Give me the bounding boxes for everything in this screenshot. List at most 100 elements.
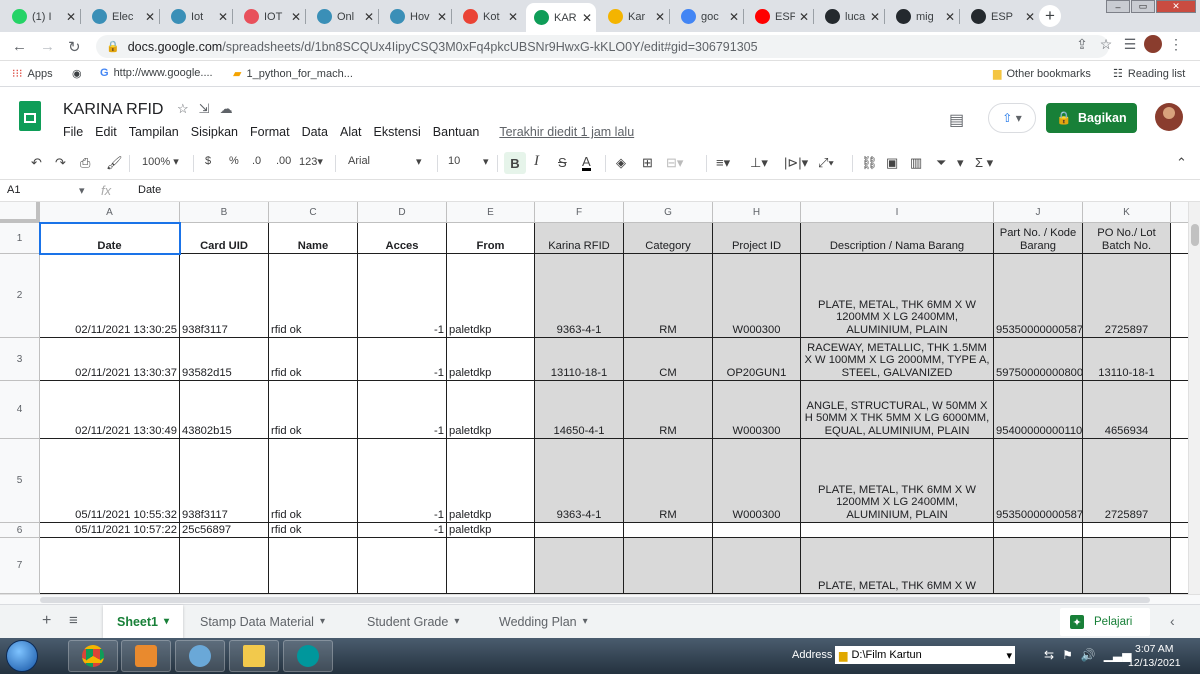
browser-tab[interactable]: IOT ✕	[236, 3, 305, 30]
taskbar-media[interactable]	[121, 640, 171, 672]
table-cell[interactable]: 95350000000587	[994, 254, 1083, 338]
table-cell[interactable]: paletdkp	[447, 523, 535, 538]
browser-tab[interactable]: Onl ✕	[309, 3, 378, 30]
close-tab-icon[interactable]: ✕	[66, 10, 76, 24]
table-cell[interactable]: -1	[358, 338, 447, 381]
text-rotate-icon[interactable]: ⤢▾	[818, 155, 834, 171]
table-cell[interactable]: ANGLE, STRUCTURAL, W 50MM X H 50MM X THK…	[801, 381, 994, 439]
table-cell[interactable]: paletdkp	[447, 254, 535, 338]
browser-tab[interactable]: ESP ✕	[963, 3, 1039, 30]
table-cell[interactable]: -1	[358, 439, 447, 523]
browser-tab[interactable]: (1) I ✕	[4, 3, 80, 30]
url-field[interactable]: 🔒 docs.google.com/spreadsheets/d/1bn8SCQ…	[96, 35, 1109, 58]
column-header[interactable]	[1171, 202, 1188, 223]
row-header[interactable]: 4	[0, 381, 40, 439]
close-tab-icon[interactable]: ✕	[655, 10, 665, 24]
header-cell[interactable]: Description / Nama Barang	[801, 223, 994, 254]
sheet-tab[interactable]: Sheet1 ▾	[103, 605, 184, 638]
bookmark-google[interactable]: Ghttp://www.google....	[100, 67, 213, 79]
percent-format-button[interactable]: %	[229, 155, 239, 167]
table-cell[interactable]: rfid ok	[269, 254, 358, 338]
taskbar-explorer[interactable]	[229, 640, 279, 672]
more-formats-button[interactable]: 123▾	[299, 155, 323, 168]
row-header[interactable]: 1	[0, 223, 40, 254]
table-cell[interactable]: 14650-4-1	[535, 381, 624, 439]
taskbar-address-field[interactable]: ▆ D:\Film Kartun ▾	[835, 646, 1015, 664]
bold-button[interactable]: B	[504, 152, 526, 174]
table-cell[interactable]: 2725897	[1083, 254, 1171, 338]
volume-icon[interactable]: 🔊	[1081, 648, 1096, 662]
table-cell[interactable]: 43802b15	[180, 381, 269, 439]
table-cell[interactable]	[1171, 381, 1188, 439]
redo-icon[interactable]: ↷	[55, 155, 66, 171]
header-cell[interactable]: Project ID	[713, 223, 801, 254]
browser-tab[interactable]: Iot ✕	[163, 3, 232, 30]
table-cell[interactable]: -1	[358, 254, 447, 338]
table-cell[interactable]: PLATE, METAL, THK 6MM X W 1200MM X LG 24…	[801, 254, 994, 338]
sheet-tab[interactable]: Stamp Data Material ▾	[186, 605, 339, 638]
bookmark-apps[interactable]: ⁝⁝⁝ Apps	[12, 67, 53, 81]
table-cell[interactable]	[535, 523, 624, 538]
table-cell[interactable]: rfid ok	[269, 439, 358, 523]
minimize-button[interactable]: –	[1106, 0, 1130, 13]
browser-tab[interactable]: Elec ✕	[84, 3, 159, 30]
browser-tab[interactable]: Hov ✕	[382, 3, 451, 30]
table-cell[interactable]	[994, 523, 1083, 538]
sheet-tab[interactable]: Student Grade ▾	[353, 605, 473, 638]
menu-item-edit[interactable]: Edit	[95, 125, 117, 139]
reload-icon[interactable]: ↻	[68, 38, 81, 56]
table-cell[interactable]	[40, 538, 180, 594]
fill-color-icon[interactable]: ◈	[616, 155, 626, 171]
document-title[interactable]: KARINA RFID	[63, 101, 163, 119]
table-cell[interactable]	[624, 523, 713, 538]
formula-input[interactable]: Date	[138, 184, 161, 196]
close-tab-icon[interactable]: ✕	[870, 10, 880, 24]
close-tab-icon[interactable]: ✕	[1025, 10, 1035, 24]
menu-item-sisipkan[interactable]: Sisipkan	[191, 125, 238, 139]
table-cell[interactable]	[713, 538, 801, 594]
maximize-button[interactable]: ▭	[1131, 0, 1155, 13]
table-cell[interactable]: PLATE, METAL, THK 6MM X W	[801, 538, 994, 594]
table-cell[interactable]	[1171, 338, 1188, 381]
italic-button[interactable]: I	[534, 153, 539, 170]
table-cell[interactable]: 02/11/2021 13:30:49	[40, 381, 180, 439]
table-cell[interactable]: 938f3117	[180, 254, 269, 338]
forward-icon[interactable]: →	[40, 38, 55, 55]
taskbar-clock[interactable]: 3:07 AM 12/13/2021	[1128, 642, 1181, 670]
taskbar-arduino[interactable]	[283, 640, 333, 672]
vertical-align-icon[interactable]: ⊥▾	[750, 155, 768, 171]
functions-button[interactable]: Σ ▾	[975, 155, 993, 171]
bookmark-python[interactable]: ▰ 1_python_for_mach...	[233, 67, 353, 81]
table-cell[interactable]: 93582d15	[180, 338, 269, 381]
print-icon[interactable]: ⎙	[80, 155, 90, 171]
close-tab-icon[interactable]: ✕	[799, 10, 809, 24]
table-cell[interactable]	[447, 538, 535, 594]
bookmark-reading-list[interactable]: ☷ Reading list	[1113, 67, 1185, 81]
table-cell[interactable]: W000300	[713, 439, 801, 523]
font-size-select[interactable]: 10 ▾	[448, 155, 490, 168]
row-header[interactable]: 3	[0, 338, 40, 381]
column-header[interactable]: J	[994, 202, 1083, 223]
chevron-down-icon[interactable]: ▾	[583, 616, 588, 627]
back-icon[interactable]: ←	[12, 38, 27, 55]
start-button[interactable]	[6, 640, 38, 672]
share-page-icon[interactable]: ⇪	[1072, 36, 1092, 53]
row-header[interactable]: 5	[0, 439, 40, 523]
header-cell[interactable]: Name	[269, 223, 358, 254]
taskbar-paint[interactable]	[175, 640, 225, 672]
bookmark-other[interactable]: ▆ Other bookmarks	[993, 67, 1091, 81]
table-cell[interactable]: rfid ok	[269, 338, 358, 381]
table-cell[interactable]: rfid ok	[269, 523, 358, 538]
close-tab-icon[interactable]: ✕	[145, 10, 155, 24]
move-folder-icon[interactable]: ⇲	[199, 101, 210, 117]
filter-views-icon[interactable]: ▾	[957, 155, 964, 171]
browser-tab[interactable]: goc ✕	[673, 3, 743, 30]
table-cell[interactable]	[1083, 523, 1171, 538]
strikethrough-button[interactable]: S	[558, 155, 567, 170]
table-cell[interactable]: 95400000000110	[994, 381, 1083, 439]
insert-chart-icon[interactable]: ▥	[910, 155, 922, 171]
header-cell[interactable]: Acces	[358, 223, 447, 254]
table-cell[interactable]	[269, 538, 358, 594]
profile-avatar[interactable]	[1144, 35, 1162, 53]
merge-cells-icon[interactable]: ⊟▾	[666, 155, 683, 171]
